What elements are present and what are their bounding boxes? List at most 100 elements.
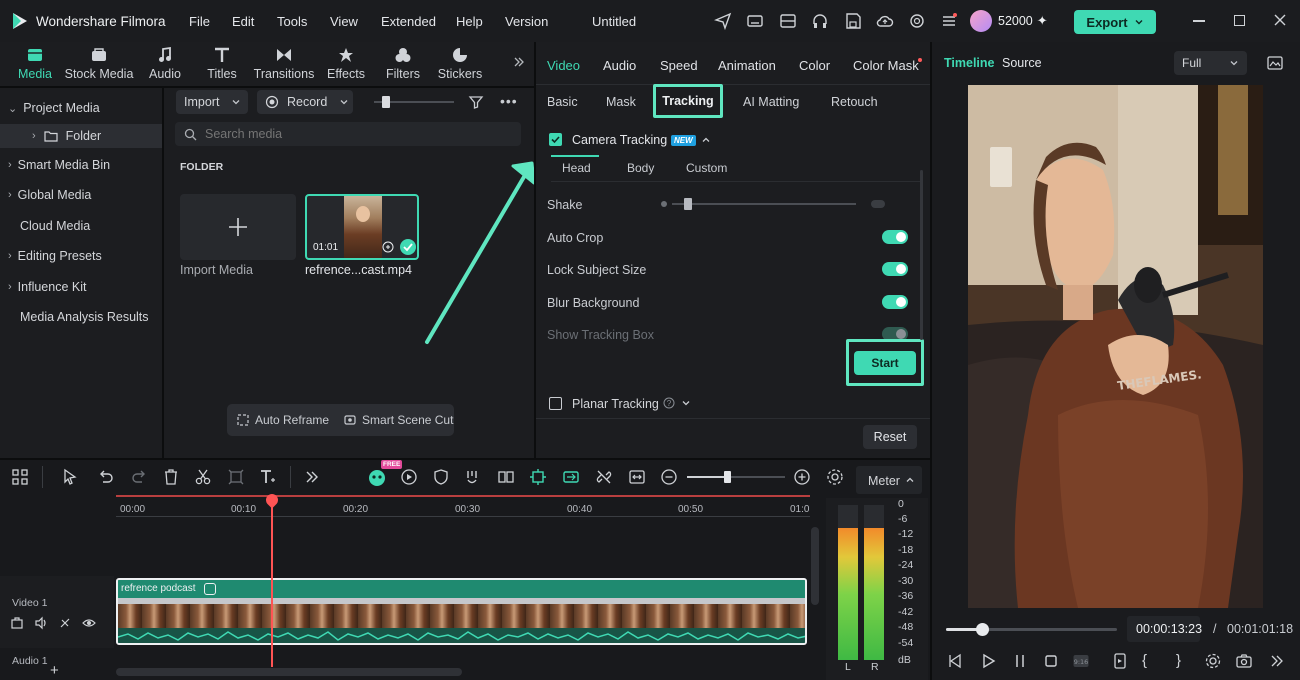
sidebar-item-global-media[interactable]: › Global Media — [0, 183, 162, 207]
planar-tracking-checkbox[interactable] — [549, 397, 562, 410]
import-media-tile[interactable] — [180, 194, 296, 260]
ai-mascot-icon[interactable] — [367, 467, 387, 487]
quality-dropdown[interactable]: Full — [1174, 51, 1247, 75]
menu-tools[interactable]: Tools — [277, 14, 307, 29]
mode-body[interactable]: Body — [627, 161, 654, 175]
credits-badge[interactable]: 52000 ✦ — [970, 10, 1048, 32]
timeline-vertical-scrollbar[interactable] — [811, 527, 819, 605]
motion-tracking-icon[interactable] — [528, 467, 548, 487]
video-clip[interactable]: refrence podcast — [116, 578, 807, 645]
tab-titles[interactable]: Titles — [187, 46, 257, 81]
grid-layout-icon[interactable] — [10, 467, 30, 487]
menu-extended[interactable]: Extended — [381, 14, 436, 29]
select-tool-icon[interactable] — [60, 467, 80, 487]
reset-button[interactable]: Reset — [863, 425, 917, 449]
track-lock-icon[interactable] — [58, 616, 72, 630]
tab-animation[interactable]: Animation — [718, 58, 776, 73]
subtab-mask[interactable]: Mask — [606, 95, 636, 109]
tab-stock-media[interactable]: Stock Media — [64, 46, 134, 81]
menu-help[interactable]: Help — [456, 14, 483, 29]
export-button[interactable]: Export — [1074, 10, 1156, 34]
media-clip-thumbnail[interactable]: 01:01 — [305, 194, 419, 260]
pause-icon[interactable] — [1011, 652, 1029, 670]
tab-timeline-preview[interactable]: Timeline — [944, 56, 994, 70]
chevron-up-icon[interactable] — [905, 475, 915, 485]
send-icon[interactable] — [714, 12, 732, 30]
mark-in-icon[interactable]: { — [1142, 652, 1160, 670]
undo-icon[interactable] — [96, 467, 116, 487]
maximize-icon[interactable] — [1234, 15, 1245, 26]
headphones-icon[interactable] — [811, 12, 829, 30]
zoom-slider-handle[interactable] — [724, 471, 731, 483]
subtab-tracking[interactable]: Tracking — [653, 84, 723, 118]
sidebar-item-smart-media-bin[interactable]: › Smart Media Bin — [0, 153, 162, 177]
info-icon[interactable]: ? — [663, 397, 675, 409]
camera-icon[interactable] — [1235, 652, 1253, 670]
track-visibility-icon[interactable] — [82, 616, 96, 630]
crop-icon[interactable] — [226, 467, 246, 487]
more-controls-icon[interactable] — [1268, 652, 1286, 670]
track-folder-icon[interactable] — [10, 616, 24, 630]
sidebar-item-project-media[interactable]: ⌄ Project Media — [0, 96, 162, 120]
blur-background-toggle[interactable] — [882, 295, 908, 309]
more-tabs-icon[interactable] — [513, 56, 525, 68]
menu-edit[interactable]: Edit — [232, 14, 254, 29]
video-preview[interactable]: THEFLAMES. — [968, 85, 1263, 608]
auto-highlight-icon[interactable] — [561, 467, 581, 487]
text-tool-icon[interactable] — [258, 467, 278, 487]
shake-slider-handle[interactable] — [684, 198, 692, 210]
auto-reframe-button[interactable]: Auto Reframe — [255, 413, 329, 427]
shake-toggle[interactable] — [871, 200, 885, 208]
shield-icon[interactable] — [431, 467, 451, 487]
play-icon[interactable] — [980, 652, 998, 670]
timeline-settings-icon[interactable] — [825, 467, 845, 487]
scissors-icon[interactable] — [193, 467, 213, 487]
smart-scene-cut-button[interactable]: Smart Scene Cut — [362, 413, 453, 427]
fit-timeline-icon[interactable] — [627, 467, 647, 487]
settings-icon[interactable] — [1204, 652, 1222, 670]
cloud-upload-icon[interactable] — [876, 12, 894, 30]
import-dropdown[interactable]: Import — [176, 90, 248, 114]
aspect-ratio-icon[interactable]: 9:16 — [1072, 652, 1090, 670]
sidebar-item-media-analysis-results[interactable]: Media Analysis Results — [0, 305, 162, 329]
mode-head[interactable]: Head — [562, 161, 591, 175]
keyboard-icon[interactable] — [746, 12, 764, 30]
lock-subject-size-toggle[interactable] — [882, 262, 908, 276]
add-track-icon[interactable]: + — [50, 662, 59, 679]
tab-stickers[interactable]: Stickers — [425, 46, 495, 81]
redo-icon[interactable] — [129, 467, 149, 487]
chevron-down-icon[interactable] — [681, 398, 691, 408]
save-icon[interactable] — [844, 12, 862, 30]
tab-color-mask[interactable]: Color Mask — [853, 58, 919, 73]
start-button[interactable]: Start — [854, 351, 916, 375]
slider-handle[interactable] — [382, 96, 390, 108]
tab-media[interactable]: Media — [0, 46, 70, 81]
tab-color[interactable]: Color — [799, 58, 830, 73]
sidebar-item-influence-kit[interactable]: › Influence Kit — [0, 275, 162, 299]
search-box[interactable] — [175, 122, 521, 146]
tab-transitions[interactable]: Transitions — [249, 46, 319, 81]
beat-sync-icon[interactable] — [463, 467, 483, 487]
menu-file[interactable]: File — [189, 14, 210, 29]
layout-icon[interactable] — [779, 12, 797, 30]
subtab-basic[interactable]: Basic — [547, 95, 578, 109]
subtab-ai-matting[interactable]: AI Matting — [743, 95, 799, 109]
properties-scrollbar[interactable] — [920, 170, 923, 340]
playback-progress-bar[interactable] — [946, 628, 1117, 631]
unlink-icon[interactable] — [594, 467, 614, 487]
menu-version[interactable]: Version — [505, 14, 548, 29]
track-volume-icon[interactable] — [34, 616, 48, 630]
sidebar-item-cloud-media[interactable]: Cloud Media — [0, 214, 162, 238]
close-icon[interactable] — [1273, 13, 1287, 27]
zoom-out-icon[interactable] — [659, 467, 679, 487]
camera-tracking-checkbox[interactable] — [549, 133, 562, 146]
snapshot-view-icon[interactable] — [1266, 54, 1284, 72]
stop-icon[interactable] — [1042, 652, 1060, 670]
speed-ramp-icon[interactable] — [399, 467, 419, 487]
playback-scrubber[interactable] — [975, 623, 989, 636]
mode-custom[interactable]: Custom — [686, 161, 727, 175]
menu-view[interactable]: View — [330, 14, 358, 29]
more-options-icon[interactable]: ••• — [500, 93, 518, 109]
split-view-icon[interactable] — [496, 467, 516, 487]
mark-out-icon[interactable]: } — [1176, 652, 1194, 670]
